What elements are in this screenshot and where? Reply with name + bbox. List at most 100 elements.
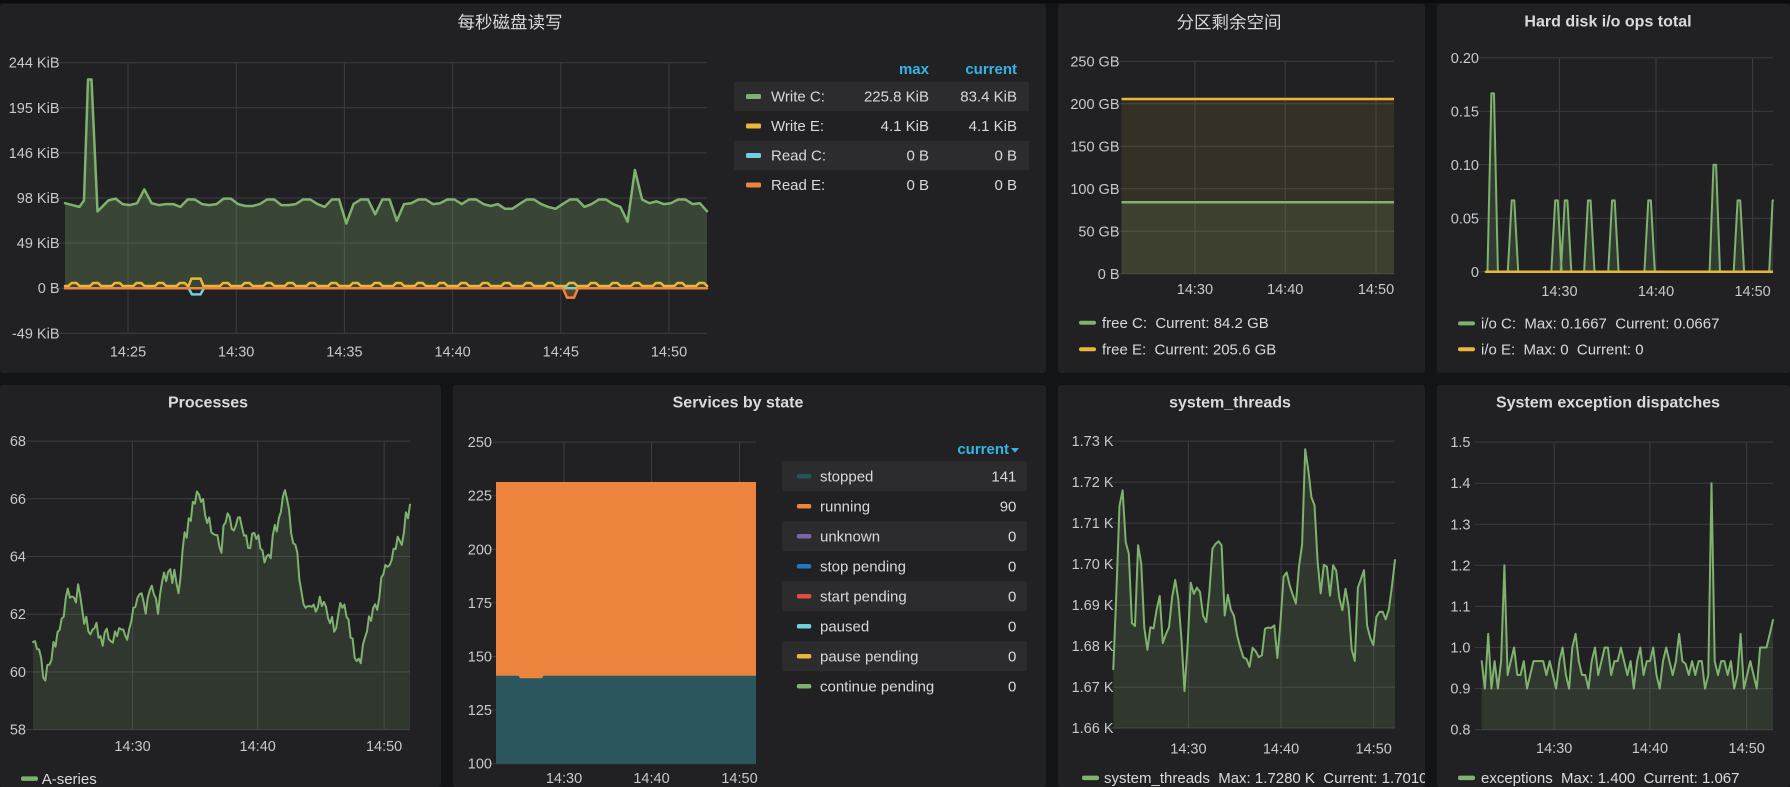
svg-text:150 GB: 150 GB [1070, 139, 1119, 155]
svg-text:141: 141 [991, 468, 1016, 485]
svg-text:1.72 K: 1.72 K [1072, 475, 1114, 491]
svg-text:stop pending: stop pending [820, 558, 906, 575]
svg-text:running: running [820, 498, 870, 515]
svg-text:14:30: 14:30 [546, 771, 582, 787]
svg-text:A-series: A-series [42, 771, 97, 787]
svg-text:0: 0 [1008, 528, 1016, 545]
svg-text:0.9: 0.9 [1450, 682, 1470, 698]
svg-text:200 GB: 200 GB [1070, 97, 1119, 113]
svg-text:64: 64 [10, 550, 26, 566]
svg-text:66: 66 [10, 492, 26, 508]
svg-text:250 GB: 250 GB [1070, 54, 1119, 70]
svg-text:225.8 KiB: 225.8 KiB [864, 89, 929, 106]
svg-text:Processes: Processes [168, 395, 248, 412]
svg-text:continue pending: continue pending [820, 678, 934, 695]
svg-text:start pending: start pending [820, 588, 907, 605]
svg-text:-49 KiB: -49 KiB [12, 326, 60, 342]
svg-text:Hard disk i/o ops total: Hard disk i/o ops total [1524, 14, 1691, 31]
svg-text:1.70 K: 1.70 K [1072, 557, 1114, 573]
svg-text:146 KiB: 146 KiB [9, 146, 60, 162]
svg-text:14:30: 14:30 [114, 739, 150, 755]
svg-text:14:30: 14:30 [218, 345, 254, 361]
svg-text:max: max [899, 61, 930, 78]
svg-text:14:40: 14:40 [633, 771, 669, 787]
svg-text:14:30: 14:30 [1536, 741, 1572, 757]
svg-text:current: current [965, 61, 1017, 78]
svg-text:0 B: 0 B [906, 148, 929, 165]
svg-text:system_threads Max: 1.7280 K: system_threads Max: 1.7280 K Current: 1.… [1104, 770, 1425, 787]
svg-text:14:45: 14:45 [543, 345, 579, 361]
svg-text:0: 0 [1471, 265, 1479, 281]
svg-text:14:40: 14:40 [434, 345, 470, 361]
svg-text:0: 0 [1008, 618, 1016, 635]
svg-text:1.1: 1.1 [1450, 599, 1470, 615]
svg-text:1.2: 1.2 [1450, 558, 1470, 574]
svg-text:14:30: 14:30 [1170, 742, 1206, 758]
svg-text:i/o C: Max: 0.1667 Current:: i/o C: Max: 0.1667 Current: 0.0667 [1481, 316, 1719, 333]
svg-text:0: 0 [1008, 588, 1016, 605]
svg-text:14:40: 14:40 [1267, 282, 1303, 298]
svg-text:62: 62 [10, 607, 26, 623]
svg-text:244 KiB: 244 KiB [9, 56, 60, 72]
svg-text:0 B: 0 B [1098, 267, 1120, 283]
svg-text:250: 250 [468, 435, 492, 451]
svg-text:50 GB: 50 GB [1078, 224, 1119, 240]
svg-text:1.5: 1.5 [1450, 435, 1470, 451]
svg-text:1.73 K: 1.73 K [1072, 434, 1114, 450]
svg-text:1.3: 1.3 [1450, 517, 1470, 533]
svg-text:0 B: 0 B [994, 148, 1017, 165]
svg-text:1.0: 1.0 [1450, 641, 1470, 657]
svg-text:14:35: 14:35 [326, 345, 362, 361]
svg-text:14:50: 14:50 [1356, 742, 1392, 758]
svg-text:1.67 K: 1.67 K [1072, 680, 1114, 696]
svg-text:14:50: 14:50 [1734, 284, 1770, 300]
svg-text:0: 0 [1008, 678, 1016, 695]
svg-text:100 GB: 100 GB [1070, 182, 1119, 198]
svg-text:4.1 KiB: 4.1 KiB [881, 118, 929, 135]
svg-text:Write E:: Write E: [771, 118, 824, 135]
svg-text:90: 90 [1000, 498, 1017, 515]
svg-text:free C: Current: 84.2 GB: free C: Current: 84.2 GB [1102, 315, 1269, 332]
svg-text:free E: Current: 205.6 GB: free E: Current: 205.6 GB [1102, 341, 1276, 358]
svg-text:current: current [957, 441, 1009, 458]
svg-text:14:25: 14:25 [110, 345, 146, 361]
svg-text:14:50: 14:50 [651, 345, 687, 361]
svg-text:125: 125 [468, 703, 492, 719]
svg-text:0 B: 0 B [906, 177, 929, 194]
svg-text:0.05: 0.05 [1451, 211, 1479, 227]
svg-text:Write C:: Write C: [771, 89, 825, 106]
svg-text:paused: paused [820, 618, 869, 635]
svg-text:stopped: stopped [820, 468, 873, 485]
svg-text:225: 225 [468, 489, 492, 505]
svg-text:1.68 K: 1.68 K [1072, 639, 1114, 655]
svg-text:0 B: 0 B [38, 281, 60, 297]
svg-text:14:50: 14:50 [1358, 282, 1394, 298]
svg-text:150: 150 [468, 650, 492, 666]
svg-text:0: 0 [1008, 648, 1016, 665]
svg-text:0.10: 0.10 [1451, 158, 1479, 174]
svg-text:0: 0 [1008, 558, 1016, 575]
svg-text:49 KiB: 49 KiB [17, 236, 60, 252]
svg-text:58: 58 [10, 723, 26, 739]
svg-text:i/o E: Max: 0 Current: 0: i/o E: Max: 0 Current: 0 [1481, 341, 1644, 358]
svg-text:Read E:: Read E: [771, 177, 825, 194]
svg-text:System exception dispatches: System exception dispatches [1496, 395, 1720, 412]
svg-text:83.4 KiB: 83.4 KiB [960, 89, 1017, 106]
svg-text:0.8: 0.8 [1450, 723, 1470, 739]
svg-text:Services by state: Services by state [673, 395, 804, 412]
svg-text:60: 60 [10, 665, 26, 681]
svg-text:4.1 KiB: 4.1 KiB [969, 118, 1017, 135]
svg-text:14:40: 14:40 [1632, 741, 1668, 757]
svg-text:100: 100 [468, 757, 492, 773]
svg-text:unknown: unknown [820, 528, 880, 545]
svg-text:14:40: 14:40 [240, 739, 276, 755]
svg-text:68: 68 [10, 434, 26, 450]
svg-text:1.66 K: 1.66 K [1072, 721, 1114, 737]
svg-text:195 KiB: 195 KiB [9, 101, 60, 117]
svg-text:14:40: 14:40 [1263, 742, 1299, 758]
svg-text:exceptions Max: 1.400 Curren: exceptions Max: 1.400 Current: 1.067 [1481, 770, 1739, 787]
svg-text:0.20: 0.20 [1451, 51, 1479, 67]
svg-text:1.69 K: 1.69 K [1072, 598, 1114, 614]
svg-text:0.15: 0.15 [1451, 104, 1479, 120]
svg-text:98 KiB: 98 KiB [17, 191, 60, 207]
